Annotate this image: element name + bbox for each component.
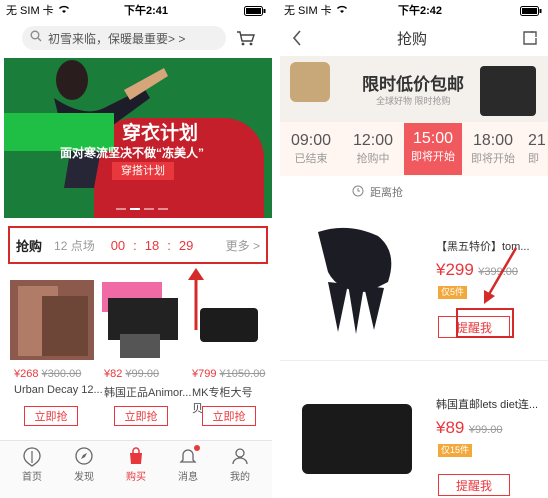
bell-icon — [170, 445, 206, 467]
cart-icon[interactable] — [236, 30, 256, 51]
product-image — [42, 296, 88, 356]
battery-icon — [244, 6, 266, 19]
stock-badge: 仅5件 — [438, 286, 468, 299]
compass-icon — [66, 447, 102, 467]
bag-icon — [118, 447, 154, 467]
tab-buy[interactable]: 购买 — [118, 447, 154, 485]
banner-subline: 全球好物 限时抢购 — [376, 96, 451, 106]
search-placeholder: 初雪来临，保暖最重要> > — [48, 31, 186, 46]
product-card[interactable] — [10, 280, 94, 360]
tab-label: 购买 — [126, 472, 146, 483]
buy-now-button[interactable]: 立即抢 — [24, 406, 78, 426]
banner-subline: 面对寒流坚决不做“冻美人” — [60, 146, 205, 160]
search-bar[interactable]: 初雪来临，保暖最重要> > — [22, 26, 226, 50]
carrier-text: 无 SIM 卡 — [284, 5, 332, 17]
product-name: Urban Decay 12... — [14, 384, 103, 396]
banner-headline: 穿衣计划 — [122, 123, 199, 144]
banner-decor — [480, 66, 536, 116]
flash-sale-session: 12 点场 — [54, 238, 95, 253]
countdown-hours: 00 — [110, 237, 126, 253]
share-icon[interactable] — [522, 30, 538, 51]
search-icon — [30, 29, 42, 47]
status-time: 下午2:41 — [124, 5, 169, 17]
product-price: ¥82 ¥99.00 — [104, 368, 160, 380]
countdown-label: 距离抢 — [352, 184, 403, 200]
tab-label: 消息 — [178, 472, 198, 483]
status-time: 下午2:42 — [398, 5, 443, 17]
item-price: ¥89 ¥99.00 — [436, 418, 503, 437]
promo-banner[interactable]: 穿衣计划 面对寒流坚决不做“冻美人” 穿搭计划 — [4, 58, 272, 218]
divider — [280, 360, 548, 361]
promo-banner[interactable]: 限时低价包邮 全球好物 限时抢购 — [280, 56, 548, 122]
time-slot[interactable]: 12:00 抢购中 — [346, 125, 400, 171]
status-bar: 无 SIM 卡 下午2:41 — [6, 0, 268, 20]
countdown-minutes: 18 — [144, 237, 160, 253]
tab-messages[interactable]: 消息 — [170, 445, 206, 485]
flash-sale-bar[interactable]: 抢购 12 点场 00 : 18 : 29 更多 > — [8, 226, 268, 264]
tab-profile[interactable]: 我的 — [222, 447, 258, 485]
unread-dot — [194, 445, 200, 451]
product-image — [120, 334, 160, 358]
product-image — [200, 308, 258, 342]
wifi-icon — [336, 4, 348, 17]
countdown-sep: : — [133, 237, 137, 253]
tab-bar: 首页 发现 购买 消息 我的 — [0, 440, 272, 498]
buy-now-button[interactable]: 立即抢 — [114, 406, 168, 426]
tab-label: 发现 — [74, 472, 94, 483]
wifi-icon — [58, 4, 70, 17]
battery-icon — [520, 6, 542, 19]
banner-pager — [116, 208, 168, 210]
annotation-arrow — [186, 268, 206, 337]
right-screen: 无 SIM 卡 下午2:42 抢购 限时低价包邮 全球好物 限时抢购 09:00… — [276, 0, 548, 498]
annotation-arrow — [480, 246, 520, 311]
annotation-box — [456, 308, 514, 338]
clock-icon — [352, 185, 364, 200]
item-image — [298, 222, 426, 342]
banner-headline: 限时低价包邮 — [362, 75, 464, 94]
carrier-text: 无 SIM 卡 — [6, 5, 54, 17]
tab-label: 首页 — [22, 472, 42, 483]
buy-now-button[interactable]: 立即抢 — [202, 406, 256, 426]
time-slot[interactable]: 09:00 已结束 — [284, 125, 338, 171]
tab-discover[interactable]: 发现 — [66, 447, 102, 485]
tab-label: 我的 — [230, 472, 250, 483]
status-bar: 无 SIM 卡 下午2:42 — [284, 0, 546, 20]
product-card[interactable] — [100, 280, 184, 360]
time-slot[interactable]: 18:00 即将开始 — [466, 125, 520, 171]
time-slot[interactable]: 21 即 — [528, 125, 548, 171]
left-screen: 无 SIM 卡 下午2:41 初雪来临，保暖最重要> > 穿衣计划 面对寒流坚决… — [0, 0, 272, 498]
item-image — [302, 404, 412, 474]
product-price: ¥799 ¥1050.00 — [192, 368, 266, 380]
item-name: 韩国直邮lets diet连... — [436, 399, 539, 411]
stock-badge: 仅15件 — [438, 444, 473, 457]
time-slot-active[interactable]: 15:00 即将开始 — [404, 123, 462, 175]
remind-me-button[interactable]: 提醒我 — [438, 474, 510, 496]
person-icon — [222, 447, 258, 467]
product-name: 韩国正品Animor... — [104, 387, 192, 399]
home-icon — [14, 447, 50, 467]
page-title: 抢购 — [396, 31, 427, 48]
tab-home[interactable]: 首页 — [14, 447, 50, 485]
countdown-sep: : — [167, 237, 171, 253]
countdown-seconds: 29 — [178, 237, 194, 253]
flash-sale-title: 抢购 — [16, 238, 43, 254]
product-price: ¥268 ¥300.00 — [14, 368, 82, 380]
banner-button[interactable]: 穿搭计划 — [112, 162, 174, 180]
more-link[interactable]: 更多 > — [226, 237, 260, 254]
banner-decor — [290, 62, 330, 102]
